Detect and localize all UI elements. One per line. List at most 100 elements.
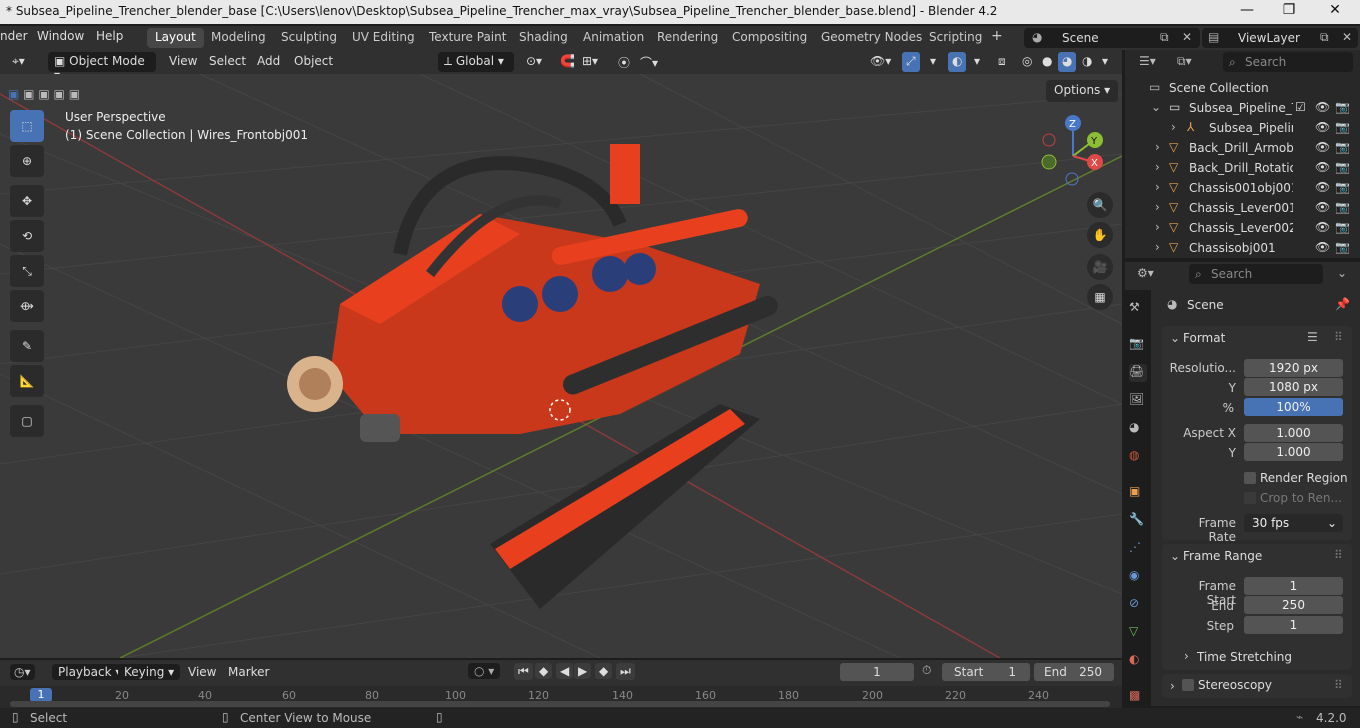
rotate-tool[interactable]: ⟲ <box>10 220 44 252</box>
play-icon[interactable]: ▶ <box>574 663 592 679</box>
rendered-shading-icon[interactable]: ◑ <box>1078 52 1096 72</box>
aspect-x-field[interactable]: 1.000 <box>1244 424 1343 442</box>
camera-view-icon[interactable]: 🎥 <box>1087 254 1113 280</box>
timeline-scrollbar[interactable] <box>10 701 1110 707</box>
resolution-y-field[interactable]: 1080 px <box>1244 378 1343 396</box>
eye-icon[interactable]: 👁 <box>1315 200 1330 214</box>
expand-right-icon[interactable]: › <box>1155 200 1160 214</box>
transform-tool[interactable]: ⟴ <box>10 290 44 322</box>
outliner-row-mesh[interactable]: › ▽ Back_Drill_Armobj0 👁 📷 <box>1125 138 1360 158</box>
expand-right-icon[interactable]: › <box>1155 220 1160 234</box>
tab-texture-paint[interactable]: Texture Paint <box>421 28 514 48</box>
gizmo-neg-y-icon[interactable] <box>1041 154 1057 170</box>
presets-list-icon[interactable]: ☰ <box>1307 330 1318 344</box>
timeline-ruler[interactable]: 1 20 40 60 80 100 120 140 160 180 200 22… <box>0 686 1122 708</box>
drag-handle-icon[interactable]: ⠿ <box>1334 548 1343 562</box>
new-scene-icon[interactable]: ⧉ <box>1160 30 1169 45</box>
camera-icon[interactable]: 📷 <box>1335 200 1350 214</box>
scene-tab-icon[interactable]: ◕ <box>1129 420 1147 438</box>
aspect-y-field[interactable]: 1.000 <box>1244 443 1343 461</box>
frame-step-field[interactable]: 1 <box>1244 616 1343 634</box>
gizmo-neg-z-icon[interactable] <box>1065 172 1079 186</box>
menu-object[interactable]: Object <box>290 52 337 72</box>
resolution-x-field[interactable]: 1920 px <box>1244 359 1343 377</box>
options-dropdown[interactable]: Options ▾ <box>1046 80 1119 102</box>
delete-view-layer-icon[interactable]: ✕ <box>1342 30 1352 44</box>
next-keyframe-icon[interactable]: ◆ <box>595 663 613 679</box>
pin-icon[interactable]: 📌 <box>1335 297 1350 311</box>
tool-tab-icon[interactable]: ⚒ <box>1129 300 1147 318</box>
editor-type-icon[interactable]: ⌖▾ <box>8 52 29 72</box>
annotate-tool[interactable]: ✎ <box>10 330 44 362</box>
solid-shading-icon[interactable]: ● <box>1038 52 1056 72</box>
3d-viewport[interactable]: ▣ ▣ ▣ ▣ ▣ ⬚ ⊕ ✥ ⟲ ⤡ ⟴ ✎ 📐 ▢ User Perspec… <box>0 74 1122 658</box>
frame-end-field[interactable]: 250 <box>1244 596 1343 614</box>
eye-icon[interactable]: 👁 <box>1315 120 1330 134</box>
world-tab-icon[interactable]: ◍ <box>1129 448 1147 466</box>
expand-right-icon[interactable]: › <box>1155 160 1160 174</box>
menu-help[interactable]: Help <box>96 29 123 43</box>
transform-orientation-dropdown[interactable]: ⟂ Global ▾ <box>438 52 514 72</box>
scale-tool[interactable]: ⤡ <box>10 255 44 287</box>
jump-start-icon[interactable]: ⏮ <box>514 663 533 680</box>
view-layer-selector[interactable]: ▤ ViewLayer ⧉ ✕ <box>1202 28 1358 48</box>
overlays-toggle-icon[interactable]: ◐ <box>948 52 967 72</box>
gizmo-dropdown-icon[interactable]: ▾ <box>926 52 940 72</box>
expand-right-icon[interactable]: › <box>1184 649 1189 663</box>
camera-icon[interactable]: 📷 <box>1335 120 1350 134</box>
outliner-editor-icon[interactable]: ☰▾ <box>1139 54 1156 68</box>
measure-tool[interactable]: 📐 <box>10 365 44 397</box>
tab-rendering[interactable]: Rendering <box>649 28 726 48</box>
drag-handle-icon[interactable]: ⠿ <box>1334 330 1343 344</box>
outliner-root[interactable]: ▭ Scene Collection <box>1125 78 1360 98</box>
snap-icon[interactable]: 🧲 <box>556 52 579 72</box>
expand-right-icon[interactable]: › <box>1155 180 1160 194</box>
maximize-button[interactable]: ❐ <box>1279 2 1299 18</box>
select-mode-subtract-icon[interactable]: ▣ <box>38 87 49 101</box>
outliner-row-mesh[interactable]: › ▽ Chassis001obj001 👁 📷 <box>1125 178 1360 198</box>
ortho-grid-icon[interactable]: ▦ <box>1087 284 1113 310</box>
expand-right-icon[interactable]: › <box>1171 120 1176 134</box>
stopwatch-icon[interactable]: ⏱ <box>922 663 931 678</box>
shading-dropdown-icon[interactable]: ▾ <box>1098 52 1112 72</box>
play-reverse-icon[interactable]: ◀ <box>556 663 574 679</box>
eye-icon[interactable]: 👁 <box>1315 240 1330 254</box>
output-tab-icon[interactable]: 🖨 <box>1129 364 1147 382</box>
tab-animation[interactable]: Animation <box>575 28 652 48</box>
format-title[interactable]: Format <box>1183 331 1225 345</box>
camera-icon[interactable]: 📷 <box>1335 240 1350 254</box>
properties-options-icon[interactable]: ⌄ <box>1337 266 1347 280</box>
stereoscopy-title[interactable]: Stereoscopy <box>1198 678 1272 692</box>
texture-tab-icon[interactable]: ▩ <box>1129 688 1147 706</box>
proportional-edit-icon[interactable]: ⦿ <box>614 52 634 72</box>
snap-target-icon[interactable]: ⊞▾ <box>578 52 602 72</box>
move-tool[interactable]: ✥ <box>10 185 44 217</box>
frame-rate-dropdown[interactable]: 30 fps ⌄ <box>1244 514 1343 532</box>
menu-select[interactable]: Select <box>205 52 250 72</box>
outliner-row-mesh[interactable]: › ▽ Chassis_Lever002c 👁 📷 <box>1125 218 1360 238</box>
playback-menu[interactable]: Playback ▾ <box>52 664 128 680</box>
new-view-layer-icon[interactable]: ⧉ <box>1320 30 1329 45</box>
outliner-row-collection[interactable]: ⌄ ▭ Subsea_Pipeline_Tr ☑ 👁 📷 <box>1125 98 1360 118</box>
add-cube-tool[interactable]: ▢ <box>10 405 44 437</box>
falloff-icon[interactable]: ⌒▾ <box>636 52 662 72</box>
end-frame-field[interactable]: End 250 <box>1034 663 1114 681</box>
start-frame-field[interactable]: Start 1 <box>942 663 1030 681</box>
display-mode-icon[interactable]: ⧉▾ <box>1177 54 1192 69</box>
cursor-tool[interactable]: ⊕ <box>10 145 44 177</box>
particles-tab-icon[interactable]: ⋰ <box>1129 540 1147 558</box>
expand-right-icon[interactable]: › <box>1170 679 1175 693</box>
expand-right-icon[interactable]: › <box>1155 140 1160 154</box>
menu-add[interactable]: Add <box>253 52 284 72</box>
material-tab-icon[interactable]: ◐ <box>1129 652 1147 670</box>
drag-handle-icon[interactable]: ⠿ <box>1334 678 1343 692</box>
trencher-model[interactable] <box>287 144 781 609</box>
camera-icon[interactable]: 📷 <box>1335 180 1350 194</box>
camera-icon[interactable]: 📷 <box>1335 160 1350 174</box>
render-tab-icon[interactable]: 📷 <box>1129 336 1147 354</box>
gizmo-toggle-icon[interactable]: ⤢ <box>902 52 920 72</box>
navigation-gizmo[interactable]: Z Y X <box>1035 114 1115 194</box>
timeline-editor-icon[interactable]: ◷▾ <box>10 664 35 680</box>
mode-dropdown[interactable]: ▣ Object Mode ▾ <box>48 52 156 82</box>
add-workspace-button[interactable]: + <box>983 26 1011 46</box>
